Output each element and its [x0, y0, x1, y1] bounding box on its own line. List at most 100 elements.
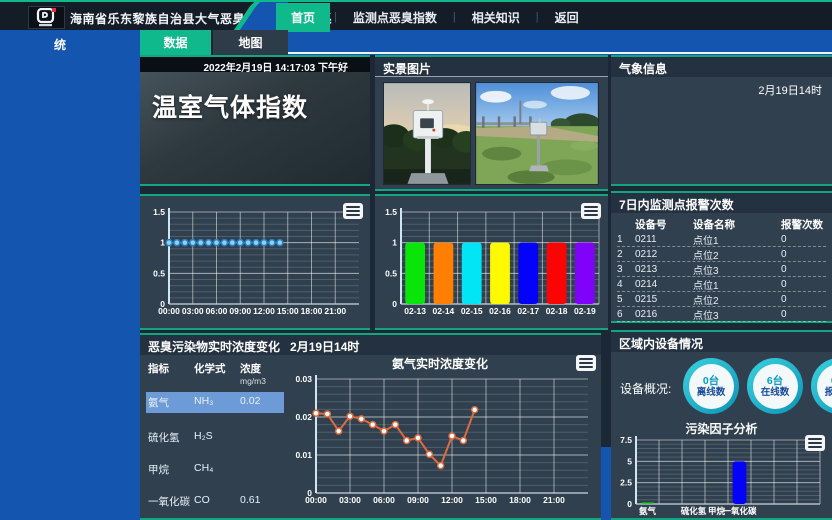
svg-text:02-14: 02-14	[433, 306, 455, 316]
devices-panel: 区域内设备情况 设备概况: 0台离线数6台在线数0台报警数 污染因子分析 0 2.…	[611, 330, 832, 520]
dashboard-page: 海南省乐东黎族自治县大气恶臭状况实时发布系 首页|监测点恶臭指数|相关知识|返回…	[0, 0, 832, 520]
alarm-table-row: 60216点位30	[617, 307, 826, 322]
weather-panel: 气象信息 2月19日14时	[611, 55, 832, 186]
svg-text:21:00: 21:00	[324, 306, 346, 316]
site-photo-1	[383, 82, 471, 185]
svg-text:5: 5	[627, 456, 632, 466]
hourly-index-chart-panel: 00.511.500:0003:0006:0009:0012:0015:0018…	[140, 194, 370, 330]
svg-text:06:00: 06:00	[373, 495, 395, 505]
nav-separator: |	[532, 11, 543, 23]
svg-text:02-13: 02-13	[404, 306, 426, 316]
svg-text:03:00: 03:00	[182, 306, 204, 316]
weather-panel-title: 气象信息	[611, 57, 832, 77]
svg-text:18:00: 18:00	[301, 306, 323, 316]
nav-item-3[interactable]: 返回	[543, 4, 591, 31]
svg-text:00:00: 00:00	[158, 306, 180, 316]
nav-item-2[interactable]: 相关知识	[460, 4, 532, 31]
svg-text:0.01: 0.01	[295, 450, 312, 460]
svg-text:0.5: 0.5	[385, 268, 397, 278]
header-underline	[288, 52, 832, 54]
nav-item-1[interactable]: 监测点恶臭指数	[341, 4, 449, 31]
alarms-panel: 7日内监测点报警次数 设备号设备名称报警次数10211点位1020212点位20…	[611, 191, 832, 323]
concentration-panel-time: 2月19日14时	[290, 338, 359, 352]
svg-text:7.5: 7.5	[620, 436, 632, 445]
svg-text:00:00: 00:00	[305, 495, 327, 505]
svg-text:12:00: 12:00	[441, 495, 463, 505]
daily-index-chart: 00.511.502-1302-1402-1502-1602-1702-1802…	[376, 198, 607, 328]
svg-text:15:00: 15:00	[277, 306, 299, 316]
alarms-panel-title: 7日内监测点报警次数	[611, 193, 832, 213]
svg-text:0.02: 0.02	[295, 412, 312, 422]
concentration-row[interactable]: 一氧化碳CO0.61	[148, 491, 282, 512]
concentration-row[interactable]: 氨气NH₃0.02	[146, 392, 284, 413]
concentration-panel-title: 恶臭污染物实时浓度变化	[148, 338, 280, 352]
daily-index-chart-panel: 00.511.502-1302-1402-1502-1602-1702-1802…	[375, 194, 608, 330]
svg-text:03:00: 03:00	[339, 495, 361, 505]
datetime-text: 2022年2月19日 14:17:03 下午好	[140, 57, 370, 72]
hourly-index-chart: 00.511.500:0003:0006:0009:0012:0015:0018…	[141, 198, 369, 328]
concentration-row[interactable]: 硫化氢H₂S	[148, 427, 282, 448]
photos-panel-title: 实景图片	[375, 57, 608, 77]
svg-text:1: 1	[160, 238, 165, 248]
svg-text:02-16: 02-16	[489, 306, 511, 316]
device-overview-label: 设备概况:	[620, 380, 671, 397]
svg-text:1: 1	[392, 238, 397, 248]
svg-text:氨气: 氨气	[639, 506, 657, 516]
concentration-row[interactable]: 甲烷CH₄	[148, 459, 282, 480]
nav-separator: |	[330, 11, 341, 23]
ammonia-trend-block: 氨气实时浓度变化 00.010.020.0300:0003:0006:0009:…	[282, 355, 598, 519]
pollution-factor-chart-title: 污染因子分析	[611, 420, 832, 437]
svg-text:硫化氢: 硫化氢	[681, 506, 707, 516]
svg-text:一氧化碳: 一氧化碳	[722, 506, 757, 516]
device-stat-circle: 6台在线数	[747, 358, 803, 414]
svg-text:02-19: 02-19	[574, 306, 596, 316]
svg-text:18:00: 18:00	[509, 495, 531, 505]
svg-text:0: 0	[627, 499, 632, 509]
concentration-table-header: 指标化学式浓度mg/m3	[148, 361, 282, 386]
nav-item-0[interactable]: 首页	[276, 3, 330, 32]
alarm-table-row: 50215点位20	[617, 292, 826, 307]
ammonia-trend-chart: 00.010.020.0300:0003:0006:0009:0012:0015…	[282, 371, 598, 517]
svg-text:06:00: 06:00	[206, 306, 228, 316]
svg-text:12:00: 12:00	[253, 306, 275, 316]
svg-text:09:00: 09:00	[229, 306, 251, 316]
chart-menu-icon[interactable]	[581, 203, 601, 219]
chart-menu-icon[interactable]	[343, 203, 363, 219]
page-title: 温室气体指数	[140, 72, 370, 124]
tab-strip: 数据 地图	[140, 30, 288, 55]
svg-text:02-17: 02-17	[517, 306, 539, 316]
device-stat-circles: 0台离线数6台在线数0台报警数	[683, 358, 832, 414]
tab-map[interactable]: 地图	[213, 30, 288, 55]
svg-text:0.03: 0.03	[295, 374, 312, 384]
app-logo-icon	[28, 6, 65, 29]
svg-text:15:00: 15:00	[475, 495, 497, 505]
svg-text:0: 0	[392, 299, 397, 309]
svg-text:2.5: 2.5	[620, 478, 632, 488]
weather-time: 2月19日14时	[611, 77, 832, 103]
tab-data[interactable]: 数据	[140, 30, 211, 55]
svg-text:09:00: 09:00	[407, 495, 429, 505]
device-stat-circle: 0台离线数	[683, 358, 739, 414]
svg-text:21:00: 21:00	[543, 495, 565, 505]
chart-menu-icon[interactable]	[576, 355, 596, 371]
svg-text:02-15: 02-15	[461, 306, 483, 316]
nav-separator: |	[449, 11, 460, 23]
alarm-table-row: 30213点位30	[617, 262, 826, 277]
alarm-table-row: 20212点位20	[617, 247, 826, 262]
alarms-table-header: 设备号设备名称报警次数	[617, 217, 826, 232]
app-title-wrap: 统	[54, 36, 66, 53]
devices-panel-title: 区域内设备情况	[611, 332, 832, 352]
photos-panel: 实景图片	[375, 55, 608, 191]
svg-text:0.5: 0.5	[153, 268, 165, 278]
alarm-table-row: 40214点位10	[617, 277, 826, 292]
site-photo-2	[475, 82, 599, 185]
concentration-panel: 恶臭污染物实时浓度变化 2月19日14时 指标化学式浓度mg/m3 氨气NH₃0.…	[140, 333, 601, 520]
svg-text:1.5: 1.5	[153, 207, 165, 217]
pollution-factor-chart: 02.557.5氨气硫化氢甲烷一氧化碳	[615, 436, 828, 520]
concentration-table: 指标化学式浓度mg/m3 氨气NH₃0.02 硫化氢H₂S 甲烷CH₄ 一氧化碳CO0.…	[148, 361, 282, 520]
main-nav: 首页|监测点恶臭指数|相关知识|返回	[276, 2, 591, 32]
svg-text:1.5: 1.5	[385, 207, 397, 217]
ammonia-chart-title: 氨气实时浓度变化	[282, 355, 598, 371]
alarms-table: 设备号设备名称报警次数10211点位1020212点位2030213点位3040…	[611, 213, 832, 322]
chart-menu-icon[interactable]	[805, 435, 825, 451]
